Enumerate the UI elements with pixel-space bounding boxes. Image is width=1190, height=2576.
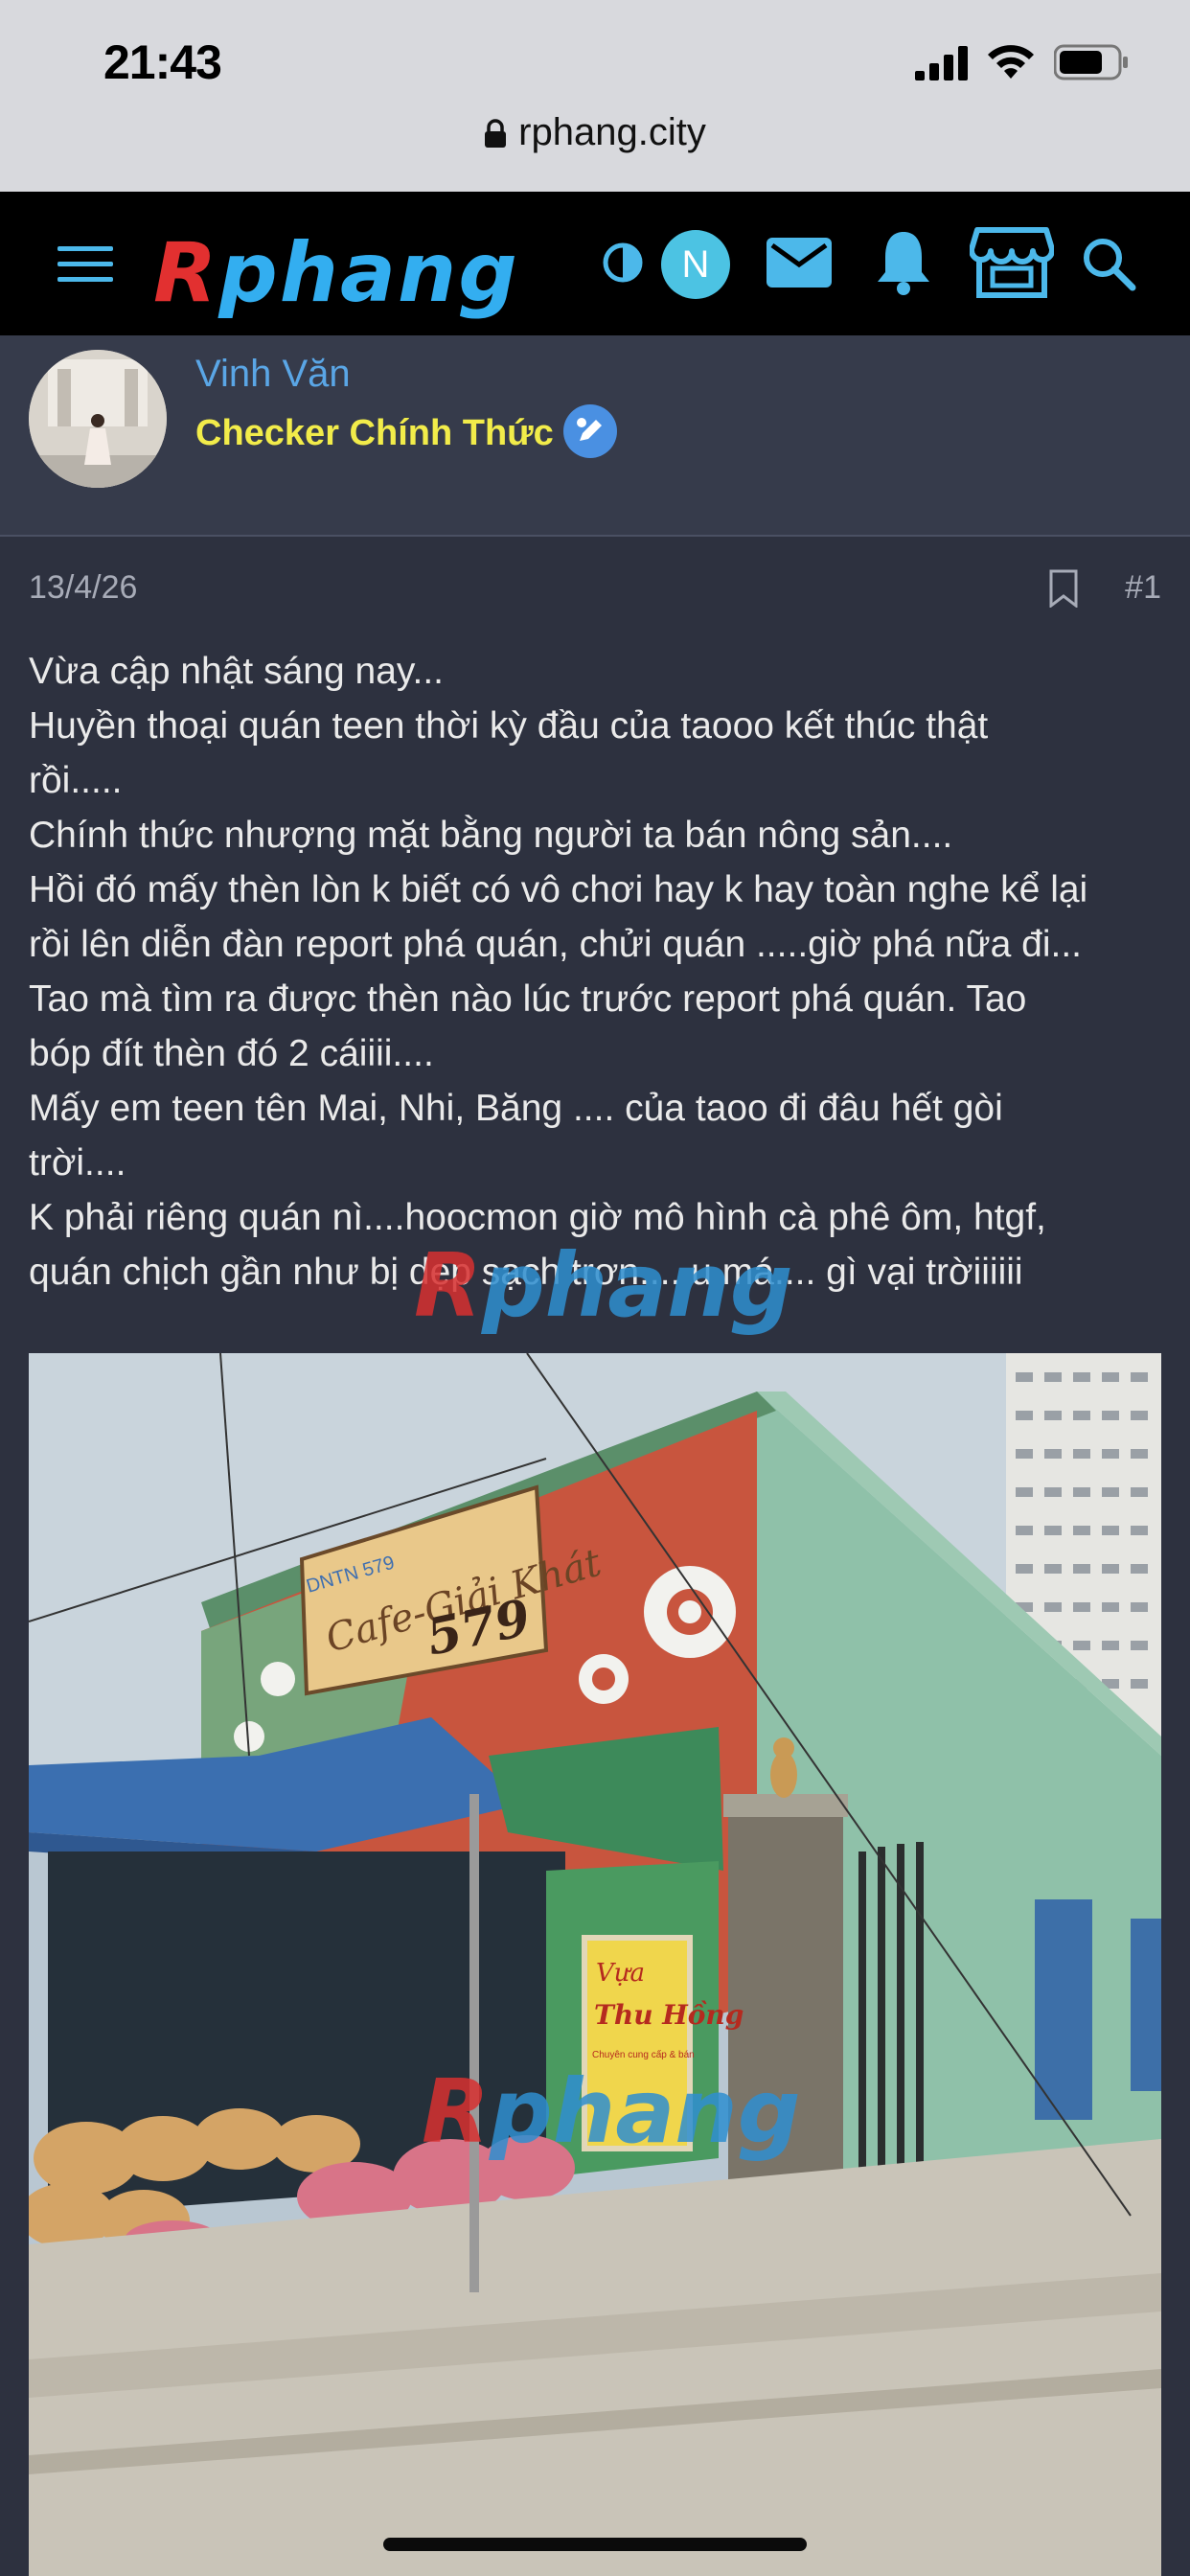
post-line: Hồi đó mấy thèn lòn k biết có vô chơi ha…: [29, 869, 1088, 910]
photo-watermark: Rphang: [422, 2060, 801, 2163]
bookmark-icon[interactable]: [1048, 569, 1079, 608]
post-line: rồi.....: [29, 760, 123, 801]
post-author-block: Vinh Văn Checker Chính Thức: [0, 335, 1190, 537]
store-icon[interactable]: [970, 226, 1054, 299]
cellular-signal-icon: [915, 46, 968, 80]
author-avatar[interactable]: [29, 350, 167, 488]
site-logo[interactable]: Rphang: [153, 225, 519, 321]
post-line: trời....: [29, 1142, 126, 1184]
status-bar: 21:43 rphang.city: [0, 0, 1190, 192]
mail-icon[interactable]: [767, 238, 832, 288]
home-indicator[interactable]: [383, 2538, 807, 2551]
vendor-sign-line2: Thu Hồng: [594, 1999, 744, 2031]
post-date[interactable]: 13/4/26: [29, 569, 137, 607]
lock-icon: [485, 118, 507, 148]
verified-badge-icon: [562, 404, 617, 458]
author-name[interactable]: Vinh Văn: [195, 353, 351, 396]
post-photo[interactable]: DNTN 579 Cafe-Giải Khát 579 Vựa Thu Hồng…: [29, 1353, 1161, 2576]
post-meta: 13/4/26 #1: [29, 569, 1161, 611]
text-watermark: Rphang: [414, 1234, 793, 1337]
vendor-sign-line3: Chuyên cung cấp & bán: [592, 2049, 695, 2060]
post-line: bóp đít thèn đó 2 cáiiii....: [29, 1033, 434, 1074]
post-body: Vừa cập nhật sáng nay... Huyền thoại quá…: [29, 644, 1169, 1300]
post-line: Huyền thoại quán teen thời kỳ đầu của ta…: [29, 705, 989, 747]
post-number[interactable]: #1: [1125, 569, 1161, 607]
hamburger-menu-icon[interactable]: [57, 244, 113, 283]
post-line: rồi lên diễn đàn report phá quán, chửi q…: [29, 924, 1083, 965]
battery-icon: [1054, 44, 1128, 80]
search-icon[interactable]: [1081, 236, 1136, 291]
post-line: Chính thức nhượng mặt bằng người ta bán …: [29, 815, 953, 856]
post-line: Vừa cập nhật sáng nay...: [29, 651, 444, 692]
user-avatar[interactable]: N: [661, 230, 730, 299]
bell-icon[interactable]: [874, 228, 933, 295]
author-title: Checker Chính Thức: [195, 404, 617, 462]
post-line: Mấy em teen tên Mai, Nhi, Băng .... của …: [29, 1088, 1003, 1129]
url-text: rphang.city: [518, 111, 706, 153]
post-line: Tao mà tìm ra được thèn nào lúc trước re…: [29, 978, 1027, 1020]
wifi-icon: [988, 45, 1034, 79]
site-navbar: Rphang N: [0, 192, 1190, 335]
status-time: 21:43: [103, 35, 222, 89]
vendor-sign-line1: Vựa: [596, 1959, 645, 1988]
address-bar[interactable]: rphang.city: [0, 111, 1190, 169]
theme-toggle-icon[interactable]: [602, 242, 644, 284]
